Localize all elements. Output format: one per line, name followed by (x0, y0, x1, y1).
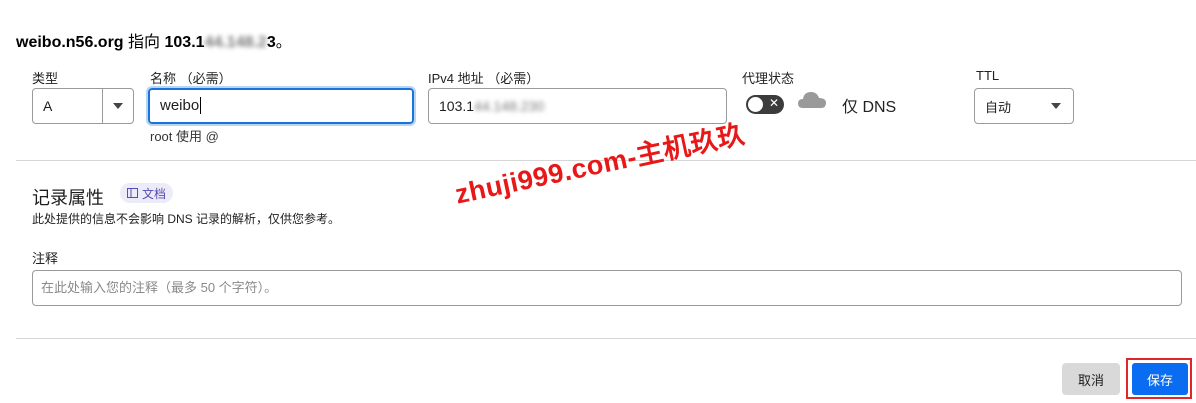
watermark: zhuji999.com-主机玖玖 (452, 118, 748, 210)
type-select[interactable]: A (32, 88, 134, 124)
note-label: 注释 (32, 251, 59, 266)
name-input[interactable]: weibo (146, 86, 416, 126)
toggle-knob (748, 97, 763, 112)
type-value: A (43, 98, 53, 114)
cloud-icon (798, 92, 826, 108)
points-to-text: 指向 (128, 34, 161, 51)
ipv4-input[interactable]: 103.144.148.230 (428, 88, 727, 124)
proxy-status-label: 代理状态 (742, 71, 795, 86)
name-input-value: weibo (160, 97, 200, 114)
save-button-highlight (1126, 358, 1192, 399)
target-ip: 103.144.148.23 (164, 34, 276, 51)
name-hint: root 使用 @ (150, 129, 219, 144)
ttl-label: TTL (976, 68, 1000, 83)
ipv4-label: IPv4 地址 （必需） (428, 71, 540, 86)
note-placeholder: 在此处输入您的注释（最多 50 个字符）。 (41, 280, 278, 295)
note-input[interactable]: 在此处输入您的注释（最多 50 个字符）。 (32, 270, 1182, 306)
chevron-down-icon[interactable] (102, 89, 133, 123)
book-icon (127, 188, 138, 198)
docs-link[interactable]: 文档 (120, 183, 174, 203)
docs-link-label: 文档 (142, 186, 167, 201)
name-label: 名称 （必需） (150, 71, 232, 86)
proxy-status-text: 仅 DNS (842, 99, 897, 116)
proxy-toggle[interactable]: ✕ (746, 95, 784, 114)
section-description: 此处提供的信息不会影响 DNS 记录的解析，仅供您参考。 (32, 212, 341, 226)
cancel-button[interactable]: 取消 (1062, 363, 1120, 395)
divider (16, 338, 1196, 339)
type-label: 类型 (32, 71, 59, 86)
domain-name: weibo.n56.org (16, 34, 124, 51)
chevron-down-icon (1051, 103, 1061, 109)
ttl-select[interactable]: 自动 (974, 88, 1074, 124)
record-summary: weibo.n56.org 指向 103.144.148.23。 (16, 34, 292, 51)
section-title: 记录属性 (32, 188, 104, 208)
close-icon: ✕ (768, 96, 779, 110)
ttl-value: 自动 (985, 99, 1012, 115)
